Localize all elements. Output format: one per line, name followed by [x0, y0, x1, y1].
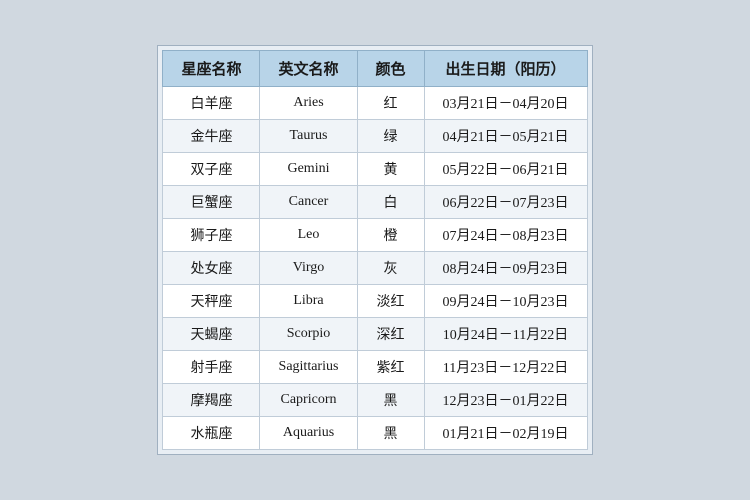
table-cell-8-2: 紫红 [357, 351, 424, 384]
table-row: 水瓶座Aquarius黑01月21日－02月19日 [163, 417, 587, 450]
table-row: 天秤座Libra淡红09月24日－10月23日 [163, 285, 587, 318]
table-cell-10-0: 水瓶座 [163, 417, 260, 450]
table-cell-4-1: Leo [260, 219, 357, 252]
table-cell-7-2: 深红 [357, 318, 424, 351]
table-cell-1-2: 绿 [357, 120, 424, 153]
table-cell-2-3: 05月22日－06月21日 [424, 153, 587, 186]
table-cell-6-2: 淡红 [357, 285, 424, 318]
table-cell-4-3: 07月24日－08月23日 [424, 219, 587, 252]
table-cell-0-0: 白羊座 [163, 87, 260, 120]
table-row: 双子座Gemini黄05月22日－06月21日 [163, 153, 587, 186]
table-cell-4-2: 橙 [357, 219, 424, 252]
table-cell-10-3: 01月21日－02月19日 [424, 417, 587, 450]
table-cell-9-0: 摩羯座 [163, 384, 260, 417]
table-cell-6-3: 09月24日－10月23日 [424, 285, 587, 318]
table-cell-9-1: Capricorn [260, 384, 357, 417]
table-row: 射手座Sagittarius紫红11月23日－12月22日 [163, 351, 587, 384]
zodiac-table-container: 星座名称英文名称颜色出生日期（阳历） 白羊座Aries红03月21日－04月20… [157, 45, 592, 455]
table-cell-5-3: 08月24日－09月23日 [424, 252, 587, 285]
table-cell-3-2: 白 [357, 186, 424, 219]
column-header-0: 星座名称 [163, 51, 260, 87]
table-cell-5-0: 处女座 [163, 252, 260, 285]
table-cell-3-1: Cancer [260, 186, 357, 219]
table-cell-10-2: 黑 [357, 417, 424, 450]
table-cell-5-1: Virgo [260, 252, 357, 285]
table-cell-0-2: 红 [357, 87, 424, 120]
table-cell-3-0: 巨蟹座 [163, 186, 260, 219]
table-cell-10-1: Aquarius [260, 417, 357, 450]
column-header-1: 英文名称 [260, 51, 357, 87]
table-cell-8-0: 射手座 [163, 351, 260, 384]
table-cell-6-0: 天秤座 [163, 285, 260, 318]
table-cell-2-1: Gemini [260, 153, 357, 186]
table-cell-9-2: 黑 [357, 384, 424, 417]
table-row: 狮子座Leo橙07月24日－08月23日 [163, 219, 587, 252]
table-cell-2-0: 双子座 [163, 153, 260, 186]
table-row: 摩羯座Capricorn黑12月23日－01月22日 [163, 384, 587, 417]
table-cell-7-1: Scorpio [260, 318, 357, 351]
table-cell-3-3: 06月22日－07月23日 [424, 186, 587, 219]
table-cell-0-1: Aries [260, 87, 357, 120]
zodiac-table: 星座名称英文名称颜色出生日期（阳历） 白羊座Aries红03月21日－04月20… [162, 50, 587, 450]
table-cell-1-1: Taurus [260, 120, 357, 153]
table-row: 处女座Virgo灰08月24日－09月23日 [163, 252, 587, 285]
table-cell-0-3: 03月21日－04月20日 [424, 87, 587, 120]
column-header-3: 出生日期（阳历） [424, 51, 587, 87]
table-cell-7-0: 天蝎座 [163, 318, 260, 351]
table-cell-1-0: 金牛座 [163, 120, 260, 153]
table-row: 巨蟹座Cancer白06月22日－07月23日 [163, 186, 587, 219]
table-row: 金牛座Taurus绿04月21日－05月21日 [163, 120, 587, 153]
table-cell-8-1: Sagittarius [260, 351, 357, 384]
table-row: 天蝎座Scorpio深红10月24日－11月22日 [163, 318, 587, 351]
table-cell-6-1: Libra [260, 285, 357, 318]
table-cell-4-0: 狮子座 [163, 219, 260, 252]
table-cell-9-3: 12月23日－01月22日 [424, 384, 587, 417]
table-row: 白羊座Aries红03月21日－04月20日 [163, 87, 587, 120]
table-cell-8-3: 11月23日－12月22日 [424, 351, 587, 384]
table-cell-1-3: 04月21日－05月21日 [424, 120, 587, 153]
table-cell-2-2: 黄 [357, 153, 424, 186]
table-cell-5-2: 灰 [357, 252, 424, 285]
table-cell-7-3: 10月24日－11月22日 [424, 318, 587, 351]
table-header-row: 星座名称英文名称颜色出生日期（阳历） [163, 51, 587, 87]
column-header-2: 颜色 [357, 51, 424, 87]
